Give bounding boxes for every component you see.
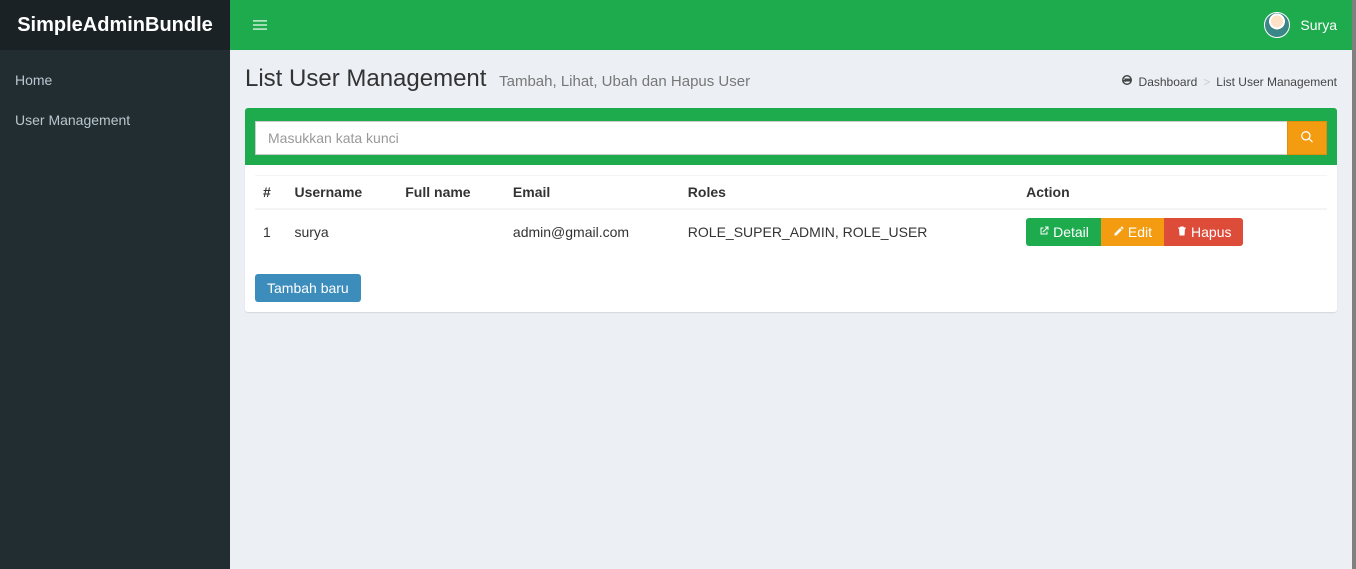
menu-toggle-icon[interactable] (245, 10, 275, 40)
cell-num: 1 (255, 209, 286, 254)
cell-fullname (397, 209, 505, 254)
sidebar-item-home[interactable]: Home (0, 60, 230, 100)
col-email: Email (505, 176, 680, 210)
content: # Username Full name Email Roles Action … (230, 93, 1352, 327)
delete-label: Hapus (1191, 224, 1231, 240)
breadcrumb-separator: > (1203, 75, 1210, 89)
search-button[interactable] (1287, 121, 1327, 155)
col-roles: Roles (680, 176, 1018, 210)
share-icon (1038, 224, 1050, 240)
search-bar (245, 111, 1337, 165)
search-input[interactable] (255, 121, 1287, 155)
page-title-text: List User Management (245, 65, 486, 92)
cell-username: surya (286, 209, 397, 254)
breadcrumb-dashboard[interactable]: Dashboard (1139, 75, 1198, 89)
breadcrumb: Dashboard > List User Management (1121, 74, 1337, 89)
table-row: 1 surya admin@gmail.com ROLE_SUPER_ADMIN… (255, 209, 1327, 254)
edit-label: Edit (1128, 224, 1152, 240)
user-name: Surya (1300, 17, 1337, 33)
page-title: List User Management Tambah, Lihat, Ubah… (245, 65, 750, 93)
table-header-row: # Username Full name Email Roles Action (255, 176, 1327, 210)
breadcrumb-current: List User Management (1216, 75, 1337, 89)
col-num: # (255, 176, 286, 210)
search-icon (1300, 130, 1314, 147)
table-container: # Username Full name Email Roles Action … (245, 165, 1337, 264)
sidebar: SimpleAdminBundle Home User Management (0, 0, 230, 569)
dashboard-icon (1121, 74, 1133, 89)
brand-logo: SimpleAdminBundle (0, 0, 230, 50)
cell-roles: ROLE_SUPER_ADMIN, ROLE_USER (680, 209, 1018, 254)
col-fullname: Full name (397, 176, 505, 210)
detail-label: Detail (1053, 224, 1089, 240)
action-group: Detail Edit Hapus (1026, 218, 1319, 246)
avatar-icon (1264, 12, 1290, 38)
trash-icon (1176, 224, 1188, 240)
sidebar-nav: Home User Management (0, 50, 230, 140)
user-menu[interactable]: Surya (1264, 12, 1337, 38)
page-subtitle: Tambah, Lihat, Ubah dan Hapus User (499, 73, 750, 90)
add-new-button[interactable]: Tambah baru (255, 274, 361, 302)
cell-email: admin@gmail.com (505, 209, 680, 254)
box-footer: Tambah baru (245, 264, 1337, 312)
detail-button[interactable]: Detail (1026, 218, 1101, 246)
col-username: Username (286, 176, 397, 210)
edit-button[interactable]: Edit (1101, 218, 1164, 246)
topbar: Surya (230, 0, 1352, 50)
content-header: List User Management Tambah, Lihat, Ubah… (230, 50, 1352, 93)
col-action: Action (1018, 176, 1327, 210)
sidebar-item-user-management[interactable]: User Management (0, 100, 230, 140)
list-box: # Username Full name Email Roles Action … (245, 108, 1337, 312)
delete-button[interactable]: Hapus (1164, 218, 1243, 246)
pencil-icon (1113, 224, 1125, 240)
user-table: # Username Full name Email Roles Action … (255, 175, 1327, 254)
cell-actions: Detail Edit Hapus (1018, 209, 1327, 254)
main: Surya List User Management Tambah, Lihat… (230, 0, 1356, 569)
